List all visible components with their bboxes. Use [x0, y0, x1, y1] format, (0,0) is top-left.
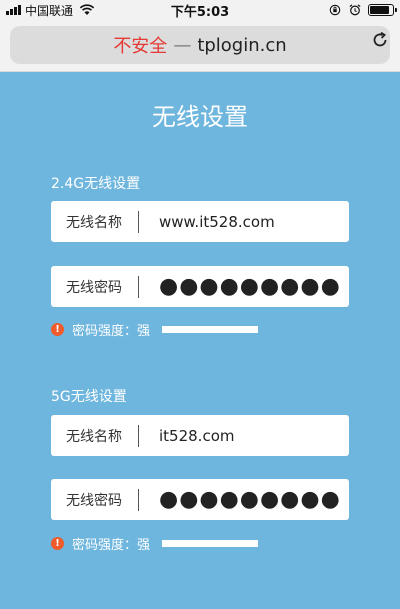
strength-value: 强 — [137, 538, 151, 553]
strength-bar — [162, 326, 259, 333]
wifi-name-field-24g[interactable]: 无线名称 www.it528.com — [51, 201, 349, 242]
wifi-password-field-24g[interactable]: 无线密码 ●●●●●●●●● — [51, 266, 349, 307]
strength-label: 密码强度： — [72, 324, 138, 339]
carrier-name: 中国联通 — [25, 3, 74, 18]
warning-icon: ! — [51, 323, 64, 336]
wireless-settings-page: 无线设置 2.4G无线设置 无线名称 www.it528.com 无线密码 ●●… — [0, 73, 400, 609]
address-separator: — — [173, 34, 192, 56]
page-title: 无线设置 — [152, 103, 248, 131]
url-domain: tplogin.cn — [197, 34, 287, 56]
section-label-5g: 5G无线设置 — [51, 389, 127, 405]
wifi-name-input-24g[interactable]: www.it528.com — [139, 213, 349, 231]
strength-label: 密码强度： — [72, 538, 138, 553]
wifi-password-input-5g[interactable]: ●●●●●●●●● — [139, 487, 349, 512]
wifi-password-input-24g[interactable]: ●●●●●●●●● — [139, 274, 349, 299]
wifi-name-input-5g[interactable]: it528.com — [139, 427, 349, 445]
battery-icon — [368, 4, 397, 16]
strength-value: 强 — [137, 324, 151, 339]
orientation-lock-icon — [329, 4, 341, 16]
wifi-password-label: 无线密码 — [66, 492, 122, 509]
alarm-icon — [349, 4, 361, 16]
section-label-24g: 2.4G无线设置 — [51, 176, 141, 192]
browser-toolbar: 不安全 — tplogin.cn — [0, 20, 400, 72]
wifi-password-label: 无线密码 — [66, 279, 122, 296]
status-bar: 中国联通 下午5:03 — [0, 0, 400, 20]
password-strength-24g: ! 密码强度： 强 — [51, 320, 259, 339]
wifi-name-label: 无线名称 — [66, 428, 122, 445]
signal-icon — [6, 5, 21, 15]
address-bar[interactable]: 不安全 — tplogin.cn — [10, 26, 390, 64]
warning-icon: ! — [51, 537, 64, 550]
security-warning: 不安全 — [113, 36, 168, 57]
wifi-name-field-5g[interactable]: 无线名称 it528.com — [51, 415, 349, 456]
reload-icon[interactable] — [370, 30, 390, 50]
wifi-name-label: 无线名称 — [66, 214, 122, 231]
password-strength-5g: ! 密码强度： 强 — [51, 534, 259, 553]
wifi-password-field-5g[interactable]: 无线密码 ●●●●●●●●● — [51, 479, 349, 520]
strength-bar — [162, 540, 259, 547]
wifi-icon — [79, 4, 95, 15]
